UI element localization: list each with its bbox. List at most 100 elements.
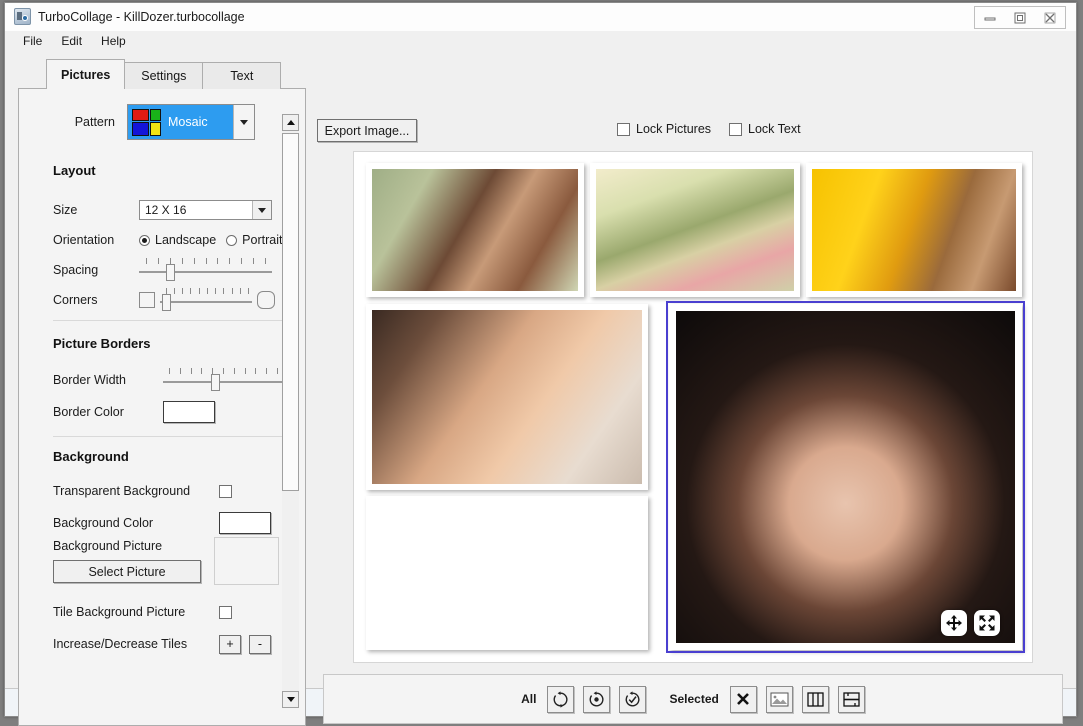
border-color-swatch[interactable]: [163, 401, 215, 423]
radio-landscape[interactable]: [139, 234, 150, 246]
title-bar-left: TurboCollage - KillDozer.turbocollage: [14, 8, 245, 25]
tab-bar: Pictures Settings Text: [46, 59, 282, 89]
orientation-portrait-label: Portrait: [242, 233, 283, 247]
border-width-row: Border Width: [53, 365, 293, 395]
settings-scrollbar[interactable]: [282, 114, 299, 708]
spacing-row: Spacing: [53, 255, 293, 285]
tile-background-checkbox[interactable]: [219, 605, 232, 619]
tab-settings[interactable]: Settings: [124, 62, 204, 89]
rotate-center-icon[interactable]: [583, 685, 611, 713]
background-picture-preview[interactable]: [214, 537, 279, 585]
photo-5[interactable]: [366, 496, 648, 650]
spacing-slider-ticks: [139, 258, 272, 265]
radio-portrait[interactable]: [226, 234, 238, 246]
photo-1[interactable]: [366, 163, 584, 297]
transparent-background-checkbox[interactable]: [219, 484, 232, 498]
tile-background-row[interactable]: Tile Background Picture: [53, 597, 303, 627]
tab-pictures[interactable]: Pictures: [46, 59, 126, 89]
tab-text[interactable]: Text: [202, 62, 282, 89]
replace-image-icon[interactable]: [765, 685, 793, 713]
application-window: TurboCollage - KillDozer.turbocollage Fi…: [4, 2, 1077, 726]
orientation-row: Orientation Landscape Portrait: [53, 225, 293, 255]
photo-2[interactable]: [590, 163, 800, 297]
maximize-icon[interactable]: [1005, 7, 1035, 28]
photo-3-image: [812, 169, 1016, 291]
transparent-background-row[interactable]: Transparent Background: [53, 476, 303, 506]
square-corner-icon: [139, 292, 155, 308]
photo-1-image: [372, 169, 578, 291]
menu-item-edit[interactable]: Edit: [53, 32, 90, 50]
lock-pictures-checkbox[interactable]: [617, 122, 630, 136]
close-icon[interactable]: [1035, 7, 1065, 28]
settings-panel: Pattern Mosaic Layout Size 12 X 16 Orien…: [18, 88, 306, 726]
increase-tiles-button[interactable]: +: [219, 634, 241, 654]
orientation-portrait-option[interactable]: Portrait: [226, 233, 282, 247]
tile-background-label: Tile Background Picture: [53, 605, 186, 619]
menu-item-file[interactable]: File: [15, 32, 50, 50]
background-color-swatch[interactable]: [219, 512, 271, 534]
export-image-button[interactable]: Export Image...: [317, 119, 417, 142]
all-group-label: All: [521, 692, 537, 706]
lock-text-option[interactable]: Lock Text: [729, 122, 801, 136]
collage-canvas[interactable]: [353, 151, 1033, 663]
spacing-slider-thumb[interactable]: [165, 264, 175, 281]
lock-text-label: Lock Text: [748, 122, 801, 136]
photo-4[interactable]: [366, 304, 648, 490]
size-label: Size: [53, 203, 78, 217]
size-chevron-down-icon[interactable]: [252, 201, 271, 219]
spacing-slider[interactable]: [139, 258, 272, 282]
bottom-toolbar: All Selected: [323, 674, 1063, 724]
lock-options: Lock Pictures Lock Text: [617, 122, 801, 136]
corners-slider-thumb[interactable]: [161, 294, 171, 311]
border-width-slider[interactable]: [163, 368, 283, 392]
title-bar: TurboCollage - KillDozer.turbocollage: [5, 3, 1076, 31]
resize-handle-icon[interactable]: [974, 610, 1000, 636]
photo-3[interactable]: [806, 163, 1022, 297]
size-row: Size 12 X 16: [53, 195, 283, 225]
tiles-label: Increase/Decrease Tiles: [53, 637, 188, 651]
select-picture-button[interactable]: Select Picture: [53, 560, 201, 583]
photo-2-image: [596, 169, 794, 291]
background-section-title: Background: [53, 449, 129, 464]
delete-icon[interactable]: [729, 685, 757, 713]
minimize-icon[interactable]: [975, 7, 1005, 28]
background-color-label: Background Color: [53, 516, 154, 530]
orientation-landscape-label: Landscape: [155, 233, 217, 247]
size-value: 12 X 16: [145, 203, 187, 217]
border-width-label: Border Width: [53, 373, 126, 387]
background-picture-label: Background Picture: [53, 539, 163, 553]
menu-item-help[interactable]: Help: [93, 32, 134, 50]
shuffle-rotate-icon[interactable]: [619, 685, 647, 713]
move-handle-icon[interactable]: [941, 610, 967, 636]
corners-row: Corners: [53, 285, 303, 315]
photo-4-image: [372, 310, 642, 484]
spacing-label: Spacing: [53, 263, 99, 277]
split-vertical-icon[interactable]: [801, 685, 829, 713]
border-color-row: Border Color: [53, 397, 293, 427]
border-width-slider-thumb[interactable]: [211, 374, 220, 391]
lock-pictures-option[interactable]: Lock Pictures: [617, 122, 711, 136]
photo-6-image: [676, 311, 1015, 643]
transparent-background-label: Transparent Background: [53, 484, 191, 498]
corners-label: Corners: [53, 293, 98, 307]
turbocollage-icon: [14, 8, 31, 25]
size-combobox[interactable]: 12 X 16: [139, 200, 272, 220]
scroll-up-button[interactable]: [282, 114, 299, 131]
divider-2: [53, 436, 283, 437]
orientation-landscape-option[interactable]: Landscape: [139, 233, 216, 247]
scrollbar-thumb[interactable]: [282, 133, 299, 491]
split-horizontal-icon[interactable]: [837, 685, 865, 713]
divider-1: [53, 320, 283, 321]
decrease-tiles-button[interactable]: -: [249, 634, 271, 654]
rotate-all-icon[interactable]: [547, 685, 575, 713]
photo-handles: [941, 610, 1000, 636]
border-color-label: Border Color: [53, 405, 124, 419]
corners-slider[interactable]: [160, 288, 252, 312]
scroll-down-button[interactable]: [282, 691, 299, 708]
photo-6[interactable]: [666, 301, 1025, 653]
picture-borders-section-title: Picture Borders: [53, 336, 151, 351]
menu-bar: File Edit Help: [5, 31, 1076, 51]
lock-text-checkbox[interactable]: [729, 122, 743, 136]
rounded-corner-icon: [257, 291, 275, 309]
tiles-row: Increase/Decrease Tiles + -: [53, 629, 311, 659]
